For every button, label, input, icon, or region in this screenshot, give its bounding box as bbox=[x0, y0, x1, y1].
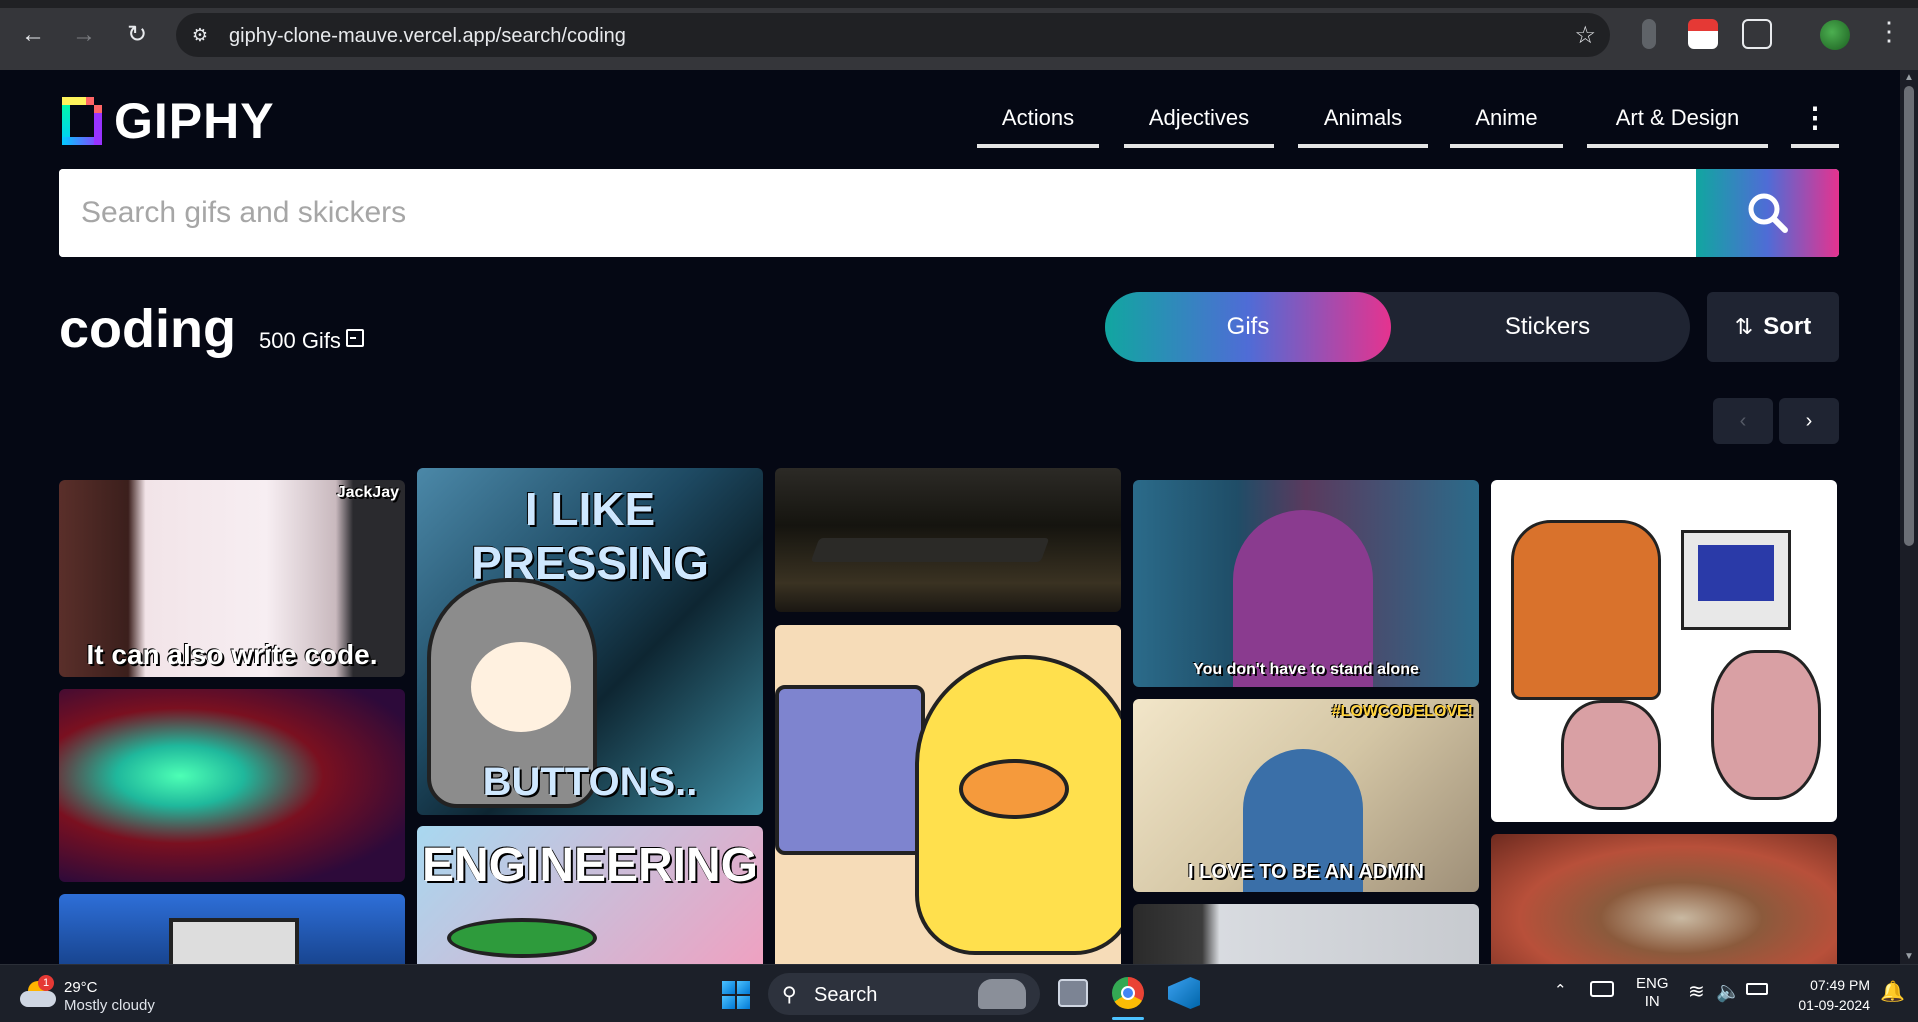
clock-date: 01-09-2024 bbox=[1798, 997, 1870, 1013]
gif-caption-top: I LIKE PRESSING bbox=[471, 483, 709, 589]
region-code: IN bbox=[1644, 993, 1660, 1010]
gif-cowboy-shape bbox=[1511, 520, 1661, 700]
tab-strip bbox=[0, 0, 1918, 8]
extension-icon[interactable] bbox=[1642, 19, 1656, 49]
bookmark-star-icon[interactable]: ☆ bbox=[1574, 21, 1596, 50]
gif-tile[interactable]: JackJay It can also write code. bbox=[59, 480, 405, 677]
scroll-up-icon[interactable]: ▲ bbox=[1904, 72, 1914, 83]
cloud-sun-icon: 1 bbox=[20, 975, 56, 1007]
volume-icon[interactable]: 🔈 bbox=[1716, 979, 1741, 1004]
gif-tile[interactable]: #LOWCODELOVE! I LOVE TO BE AN ADMIN bbox=[1133, 699, 1479, 892]
task-view-icon[interactable] bbox=[1058, 979, 1088, 1007]
gif-tile[interactable]: ENGINEERING bbox=[417, 826, 763, 964]
gif-barrel-shape bbox=[1711, 650, 1821, 800]
logo-text: GIPHY bbox=[114, 93, 275, 149]
chrome-active-indicator bbox=[1112, 1017, 1144, 1020]
page-title: coding bbox=[59, 299, 236, 359]
keyboard-icon[interactable] bbox=[1590, 981, 1614, 997]
nav-anime[interactable]: Anime bbox=[1450, 100, 1563, 148]
gorilla-icon bbox=[978, 979, 1026, 1009]
gif-computer-shape bbox=[169, 918, 299, 964]
nav-art-design[interactable]: Art & Design bbox=[1587, 100, 1768, 148]
browser-menu-icon[interactable]: ⋮ bbox=[1876, 16, 1902, 47]
gif-caption-top: ENGINEERING bbox=[421, 839, 759, 892]
media-type-toggle: Gifs Stickers bbox=[1105, 292, 1690, 362]
gif-tile[interactable] bbox=[1491, 834, 1837, 964]
windows-taskbar: 1 29°C Mostly cloudy ⚲ Search ⌃ ENG IN ≋… bbox=[0, 964, 1918, 1022]
tab-stickers[interactable]: Stickers bbox=[1405, 292, 1690, 362]
clock-time: 07:49 PM bbox=[1810, 977, 1870, 993]
browser-toolbar: ← → ↻ ⚙ giphy-clone-mauve.vercel.app/sea… bbox=[0, 0, 1918, 70]
notification-bell-icon[interactable]: 🔔 bbox=[1880, 979, 1905, 1004]
gif-monitor-shape bbox=[775, 685, 925, 855]
giphy-logo-icon bbox=[62, 97, 102, 145]
taskbar-search-label: Search bbox=[814, 984, 878, 1006]
windows-start-icon[interactable] bbox=[722, 981, 750, 1009]
gif-sombrero-shape bbox=[447, 918, 597, 958]
address-bar[interactable]: ⚙ giphy-clone-mauve.vercel.app/search/co… bbox=[176, 13, 1610, 57]
nav-actions[interactable]: Actions bbox=[977, 100, 1099, 148]
gif-tile[interactable] bbox=[59, 894, 405, 964]
weather-badge: 1 bbox=[38, 975, 54, 991]
url-text[interactable]: giphy-clone-mauve.vercel.app/search/codi… bbox=[229, 25, 626, 48]
gif-caption: BUTTONS.. bbox=[482, 760, 698, 804]
sort-arrows-icon: ⇅ bbox=[1734, 314, 1754, 339]
page-content: GIPHY Actions Adjectives Animals Anime A… bbox=[0, 70, 1900, 964]
scrollbar-thumb[interactable] bbox=[1904, 86, 1914, 546]
sort-button[interactable]: ⇅ Sort bbox=[1707, 292, 1839, 362]
profile-avatar[interactable] bbox=[1820, 20, 1850, 50]
back-arrow-icon[interactable]: ← bbox=[16, 18, 50, 52]
search-bar bbox=[59, 169, 1839, 257]
battery-icon[interactable] bbox=[1746, 983, 1768, 995]
puzzle-extensions-icon[interactable] bbox=[1742, 19, 1772, 49]
show-hidden-icons-chevron-icon[interactable]: ⌃ bbox=[1554, 981, 1567, 999]
gif-tile[interactable] bbox=[1133, 904, 1479, 964]
gif-barrel-shape bbox=[1561, 700, 1661, 810]
more-categories-icon[interactable]: ⋮ bbox=[1791, 100, 1839, 148]
search-icon bbox=[1748, 193, 1788, 233]
calendar-extension-icon[interactable] bbox=[1688, 19, 1718, 49]
forward-arrow-icon[interactable]: → bbox=[67, 18, 101, 52]
temperature: 29°C bbox=[64, 979, 98, 996]
gif-computer-shape bbox=[1681, 530, 1791, 630]
gif-caption: It can also write code. bbox=[86, 639, 378, 670]
sort-label: Sort bbox=[1763, 313, 1812, 340]
copy-link-icon[interactable] bbox=[346, 329, 364, 347]
vscode-icon[interactable] bbox=[1168, 977, 1200, 1009]
gif-duck-shape bbox=[915, 655, 1121, 955]
language-code: ENG bbox=[1636, 975, 1669, 992]
nav-adjectives[interactable]: Adjectives bbox=[1124, 100, 1274, 148]
reload-icon[interactable]: ↻ bbox=[120, 18, 154, 52]
site-settings-icon[interactable]: ⚙ bbox=[188, 23, 212, 47]
prev-page-button[interactable]: ‹ bbox=[1713, 398, 1773, 444]
giphy-logo[interactable]: GIPHY bbox=[62, 92, 275, 150]
search-button[interactable] bbox=[1696, 169, 1839, 257]
gif-tile[interactable] bbox=[1491, 480, 1837, 822]
chrome-icon[interactable] bbox=[1112, 977, 1144, 1009]
gif-corner-text: JackJay bbox=[336, 484, 399, 501]
gif-keyboard-shape bbox=[810, 538, 1050, 562]
gif-caption: I LOVE TO BE AN ADMIN bbox=[1188, 861, 1424, 883]
nav-animals[interactable]: Animals bbox=[1298, 100, 1428, 148]
gif-corner-text: #LOWCODELOVE! bbox=[1331, 703, 1473, 720]
result-count: 500 Gifs bbox=[259, 328, 341, 353]
search-icon: ⚲ bbox=[782, 984, 797, 1006]
gif-caption: You don't have to stand alone bbox=[1193, 661, 1419, 678]
next-page-button[interactable]: › bbox=[1779, 398, 1839, 444]
gif-tile[interactable] bbox=[775, 468, 1121, 612]
taskbar-search[interactable]: ⚲ Search bbox=[768, 973, 1040, 1015]
weather-condition: Mostly cloudy bbox=[64, 997, 155, 1014]
page-scrollbar[interactable]: ▲ ▼ bbox=[1900, 70, 1918, 964]
wifi-icon[interactable]: ≋ bbox=[1688, 979, 1705, 1004]
gif-tile[interactable]: I LIKE PRESSING BUTTONS.. bbox=[417, 468, 763, 815]
search-input[interactable] bbox=[59, 169, 1695, 257]
tab-gifs[interactable]: Gifs bbox=[1105, 292, 1391, 362]
clock[interactable]: 07:49 PM 01-09-2024 bbox=[1790, 975, 1870, 1015]
gif-tile[interactable] bbox=[775, 625, 1121, 964]
language-indicator[interactable]: ENG IN bbox=[1636, 975, 1669, 1011]
scroll-down-icon[interactable]: ▼ bbox=[1904, 951, 1914, 962]
gif-tile[interactable]: You don't have to stand alone bbox=[1133, 480, 1479, 687]
gif-tile[interactable] bbox=[59, 689, 405, 882]
